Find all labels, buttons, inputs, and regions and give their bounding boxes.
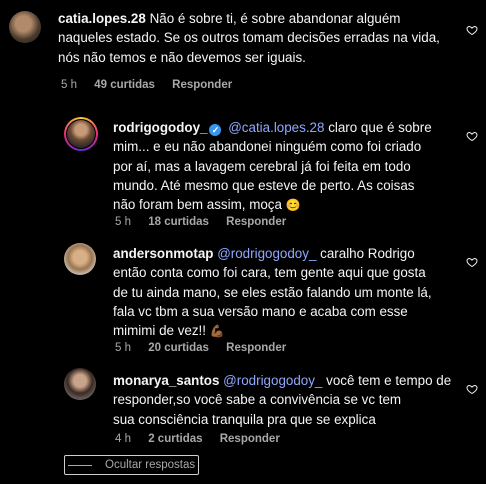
comment-username[interactable]: catia.lopes.28 bbox=[58, 11, 146, 26]
mention-link[interactable]: @rodrigogodoy_ bbox=[223, 373, 322, 388]
comment-username[interactable]: rodrigogodoy_ bbox=[113, 120, 207, 135]
comment-line: fala vc tbm a sua versão mano e acaba co… bbox=[113, 303, 408, 319]
heart-outline-icon[interactable] bbox=[466, 256, 478, 268]
comment-rodrigo: rodrigogodoy_ ✓ @catia.lopes.28 claro que… bbox=[0, 110, 486, 235]
comment-line: de tu ainda mano, se eles estão falando … bbox=[113, 284, 432, 300]
comment-username[interactable]: monarya_santos bbox=[113, 373, 219, 388]
comment-line: por aí, mas a lavagem cerebral já foi fe… bbox=[113, 158, 411, 174]
comment-text: catia.lopes.28 Não é sobre ti, é sobre a… bbox=[58, 9, 458, 67]
flexed-bicep-emoji: 💪🏾 bbox=[209, 324, 225, 339]
comment-time: 4 h bbox=[115, 433, 131, 445]
comment-line: então conta como foi cara, tem gente aqu… bbox=[113, 265, 426, 281]
divider-line bbox=[68, 464, 92, 466]
likes-count[interactable]: 20 curtidas bbox=[148, 342, 209, 354]
avatar[interactable] bbox=[64, 243, 96, 275]
comment-meta: 5 h 49 curtidas Responder bbox=[61, 79, 246, 91]
comment-text: monarya_santos @rodrigogodoy_ você tem e… bbox=[113, 371, 453, 429]
comment-anderson: andersonmotap @rodrigogodoy_ caralho Rod… bbox=[0, 236, 486, 361]
mention-link[interactable]: @catia.lopes.28 bbox=[228, 120, 324, 135]
heart-outline-icon[interactable] bbox=[466, 130, 478, 142]
comment-line: você tem e tempo de bbox=[326, 373, 452, 388]
comment-line: não foram bem assim, moça bbox=[113, 197, 282, 213]
comment-line: mundo. Até mesmo que esteve de perto. As… bbox=[113, 177, 415, 193]
comment-line: responder,so você sabe a convivência se … bbox=[113, 392, 402, 408]
smile-emoji: 😊 bbox=[285, 198, 301, 213]
reply-button[interactable]: Responder bbox=[172, 79, 232, 91]
likes-count[interactable]: 2 curtidas bbox=[148, 433, 202, 445]
comment-line: mim... e eu não abandonei ninguém como f… bbox=[113, 139, 422, 155]
comment-text: rodrigogodoy_ ✓ @catia.lopes.28 claro que… bbox=[113, 118, 453, 215]
comment-line: mimimi de vez!! bbox=[113, 323, 207, 339]
avatar[interactable] bbox=[9, 11, 41, 43]
comment-catia: catia.lopes.28 Não é sobre ti, é sobre a… bbox=[0, 0, 486, 100]
reply-button[interactable]: Responder bbox=[226, 342, 286, 354]
comment-line: sua consciência tranquila pra que se exp… bbox=[113, 411, 376, 427]
comment-time: 5 h bbox=[61, 79, 77, 91]
verified-badge-icon: ✓ bbox=[209, 124, 222, 136]
comment-line: Não é sobre ti, é sobre abandonar alguém bbox=[149, 11, 401, 26]
avatar[interactable] bbox=[64, 117, 98, 151]
comment-monarya: monarya_santos @rodrigogodoy_ você tem e… bbox=[0, 363, 486, 453]
mention-link[interactable]: @rodrigogodoy_ bbox=[217, 246, 316, 261]
comment-meta: 4 h 2 curtidas Responder bbox=[115, 433, 294, 445]
heart-outline-icon[interactable] bbox=[466, 24, 478, 36]
likes-count[interactable]: 49 curtidas bbox=[94, 79, 155, 91]
comment-line: caralho Rodrigo bbox=[320, 246, 415, 261]
comment-line: naqueles estado. Se os outros tomam deci… bbox=[58, 30, 440, 46]
heart-outline-icon[interactable] bbox=[466, 383, 478, 395]
reply-button[interactable]: Responder bbox=[226, 216, 286, 228]
comment-line: claro que é sobre bbox=[328, 120, 432, 135]
comment-text: andersonmotap @rodrigogodoy_ caralho Rod… bbox=[113, 244, 453, 341]
comment-line: nós não temos e não devemos ser iguais. bbox=[58, 49, 306, 65]
avatar[interactable] bbox=[64, 368, 96, 400]
hide-replies-button[interactable]: Ocultar respostas bbox=[64, 455, 200, 475]
likes-count[interactable]: 18 curtidas bbox=[148, 216, 209, 228]
hide-replies-label: Ocultar respostas bbox=[105, 459, 196, 471]
reply-button[interactable]: Responder bbox=[220, 433, 280, 445]
comment-meta: 5 h 18 curtidas Responder bbox=[115, 216, 300, 228]
comment-time: 5 h bbox=[115, 216, 131, 228]
comment-username[interactable]: andersonmotap bbox=[113, 246, 213, 261]
comment-time: 5 h bbox=[115, 342, 131, 354]
comment-meta: 5 h 20 curtidas Responder bbox=[115, 342, 300, 354]
